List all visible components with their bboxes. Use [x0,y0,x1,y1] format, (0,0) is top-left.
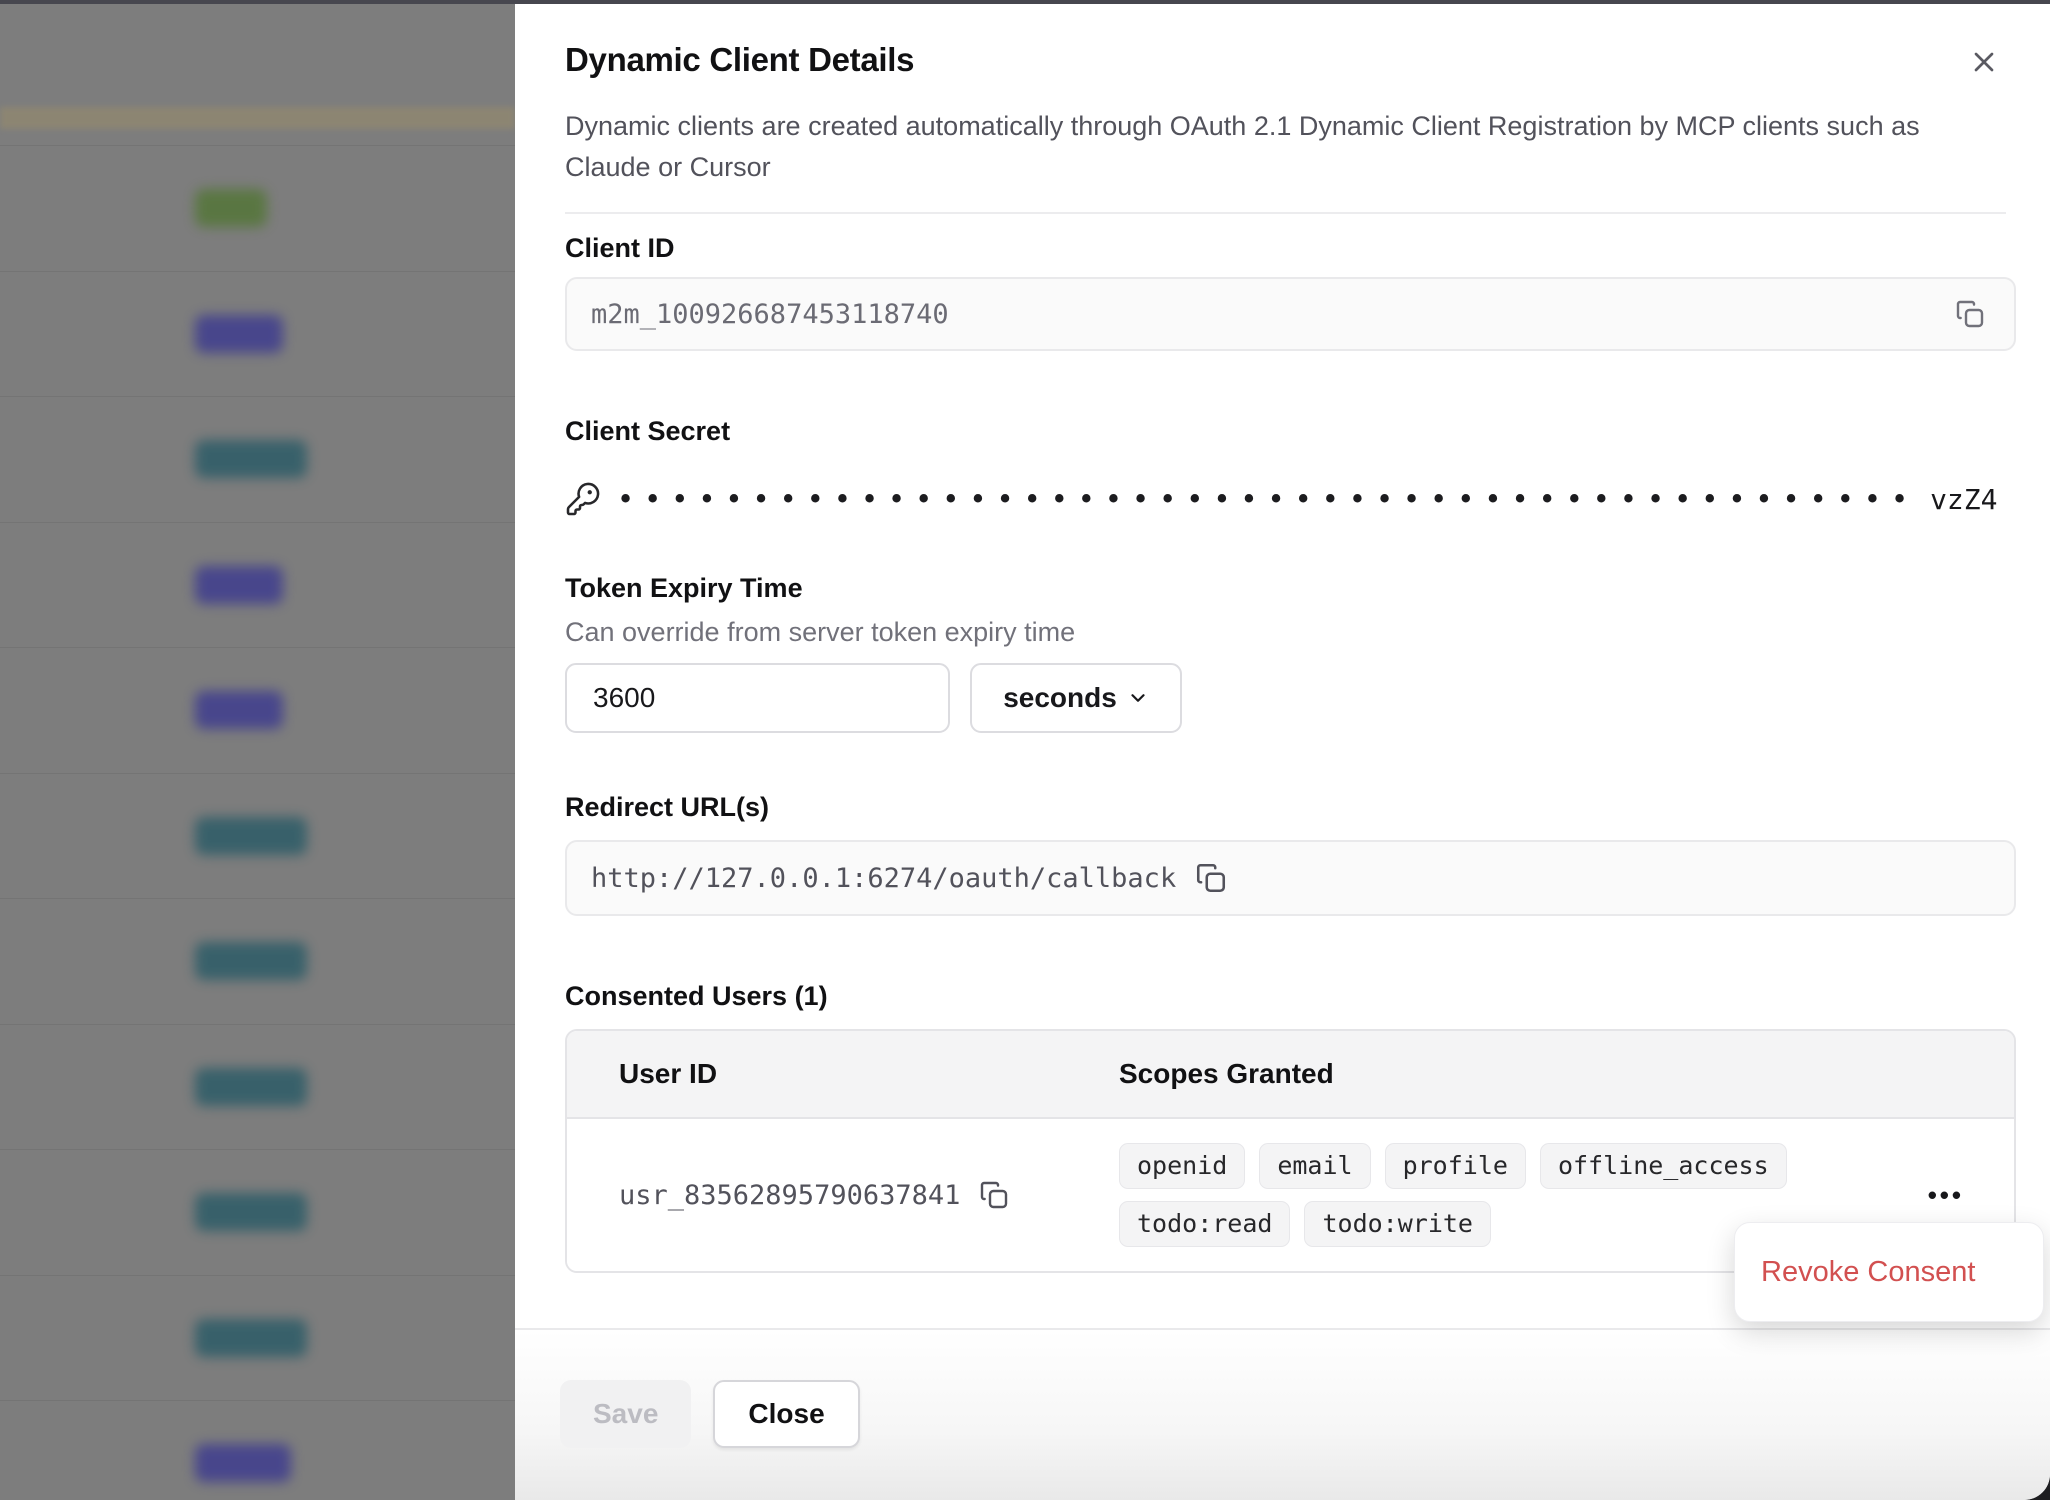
revoke-consent-menu-item[interactable]: Revoke Consent [1761,1256,1975,1289]
blurred-table-row [0,396,515,522]
blurred-banner [0,107,515,129]
row-menu-button[interactable]: ••• [1928,1182,1964,1208]
scope-chip: openid [1119,1143,1245,1189]
client-secret-row: ••••••••••••••••••••••••••••••••••••••••… [565,478,2016,520]
scope-chip: offline_access [1540,1143,1787,1189]
blurred-table-row [0,898,515,1024]
blurred-table-row [0,647,515,773]
client-id-value: m2m_100926687453118740 [591,299,949,330]
dialog-title: Dynamic Client Details [565,40,914,80]
blurred-badge [195,1068,307,1106]
modal-backdrop[interactable] [0,4,515,1500]
copy-icon [1954,298,1986,330]
blurred-badge [195,942,307,980]
client-id-label: Client ID [565,232,2016,265]
blurred-badge [195,189,267,227]
save-button[interactable]: Save [560,1380,691,1448]
blurred-table-row [0,1275,515,1401]
close-dialog-button[interactable] [1964,42,2004,82]
close-icon [1968,46,2000,78]
copy-icon [978,1179,1010,1211]
scope-chip: todo:read [1119,1201,1290,1247]
scope-chip: email [1259,1143,1370,1189]
blurred-table-row [0,145,515,271]
client-secret-suffix: vzZ4 [1930,483,1997,516]
column-header-scopes: Scopes Granted [1119,1058,1334,1090]
scope-chip: profile [1385,1143,1526,1189]
copy-user-id-button[interactable] [974,1175,1014,1215]
client-secret-masked-value: ••••••••••••••••••••••••••••••••••••••••… [617,485,1918,514]
blurred-badge [195,817,307,855]
background-table [0,145,515,1500]
ellipsis-icon: ••• [1928,1180,1964,1210]
blurred-table-row [0,522,515,648]
browser-top-strip [0,0,2050,4]
copy-client-id-button[interactable] [1950,294,1990,334]
token-expiry-unit-value: seconds [1003,682,1117,714]
consented-users-label: Consented Users (1) [565,980,2016,1013]
copy-redirect-url-button[interactable] [1190,857,1232,899]
blurred-badge [195,566,283,604]
user-id-value: usr_83562895790637841 [619,1180,960,1211]
dialog-body: Client ID m2m_100926687453118740 Client … [515,214,2050,1273]
close-button[interactable]: Close [713,1380,859,1448]
blurred-badge [195,691,283,729]
token-expiry-unit-select[interactable]: seconds [970,663,1182,733]
blurred-badge [195,315,283,353]
blurred-badge [195,1444,291,1482]
dialog-header: Dynamic Client Details Dynamic clients a… [515,4,2050,214]
blurred-table-row [0,773,515,899]
table-header: User ID Scopes Granted [567,1031,2014,1119]
client-secret-label: Client Secret [565,415,2016,448]
client-id-field: m2m_100926687453118740 [565,277,2016,351]
scope-chip: todo:write [1304,1201,1491,1247]
copy-icon [1194,861,1228,895]
key-icon [565,481,601,517]
token-expiry-label: Token Expiry Time [565,572,2016,605]
blurred-table-row [0,1400,515,1500]
blurred-badge [195,440,307,478]
blurred-badge [195,1319,307,1357]
row-context-menu: Revoke Consent [1734,1222,2044,1322]
blurred-badge [195,1193,307,1231]
blurred-table-row [0,1149,515,1275]
blurred-table-row [0,271,515,397]
token-expiry-input[interactable] [565,663,950,733]
dynamic-client-details-dialog: Dynamic Client Details Dynamic clients a… [515,4,2050,1500]
blurred-table-row [0,1024,515,1150]
redirect-urls-label: Redirect URL(s) [565,791,2016,824]
column-header-user-id: User ID [567,1058,1119,1090]
token-expiry-hint: Can override from server token expiry ti… [565,615,2016,649]
dialog-description: Dynamic clients are created automaticall… [565,106,2006,188]
chevron-down-icon [1127,687,1149,709]
dialog-footer: Save Close [515,1328,2050,1500]
redirect-url-field: http://127.0.0.1:6274/oauth/callback [565,840,2016,916]
redirect-url-value: http://127.0.0.1:6274/oauth/callback [591,863,1176,894]
